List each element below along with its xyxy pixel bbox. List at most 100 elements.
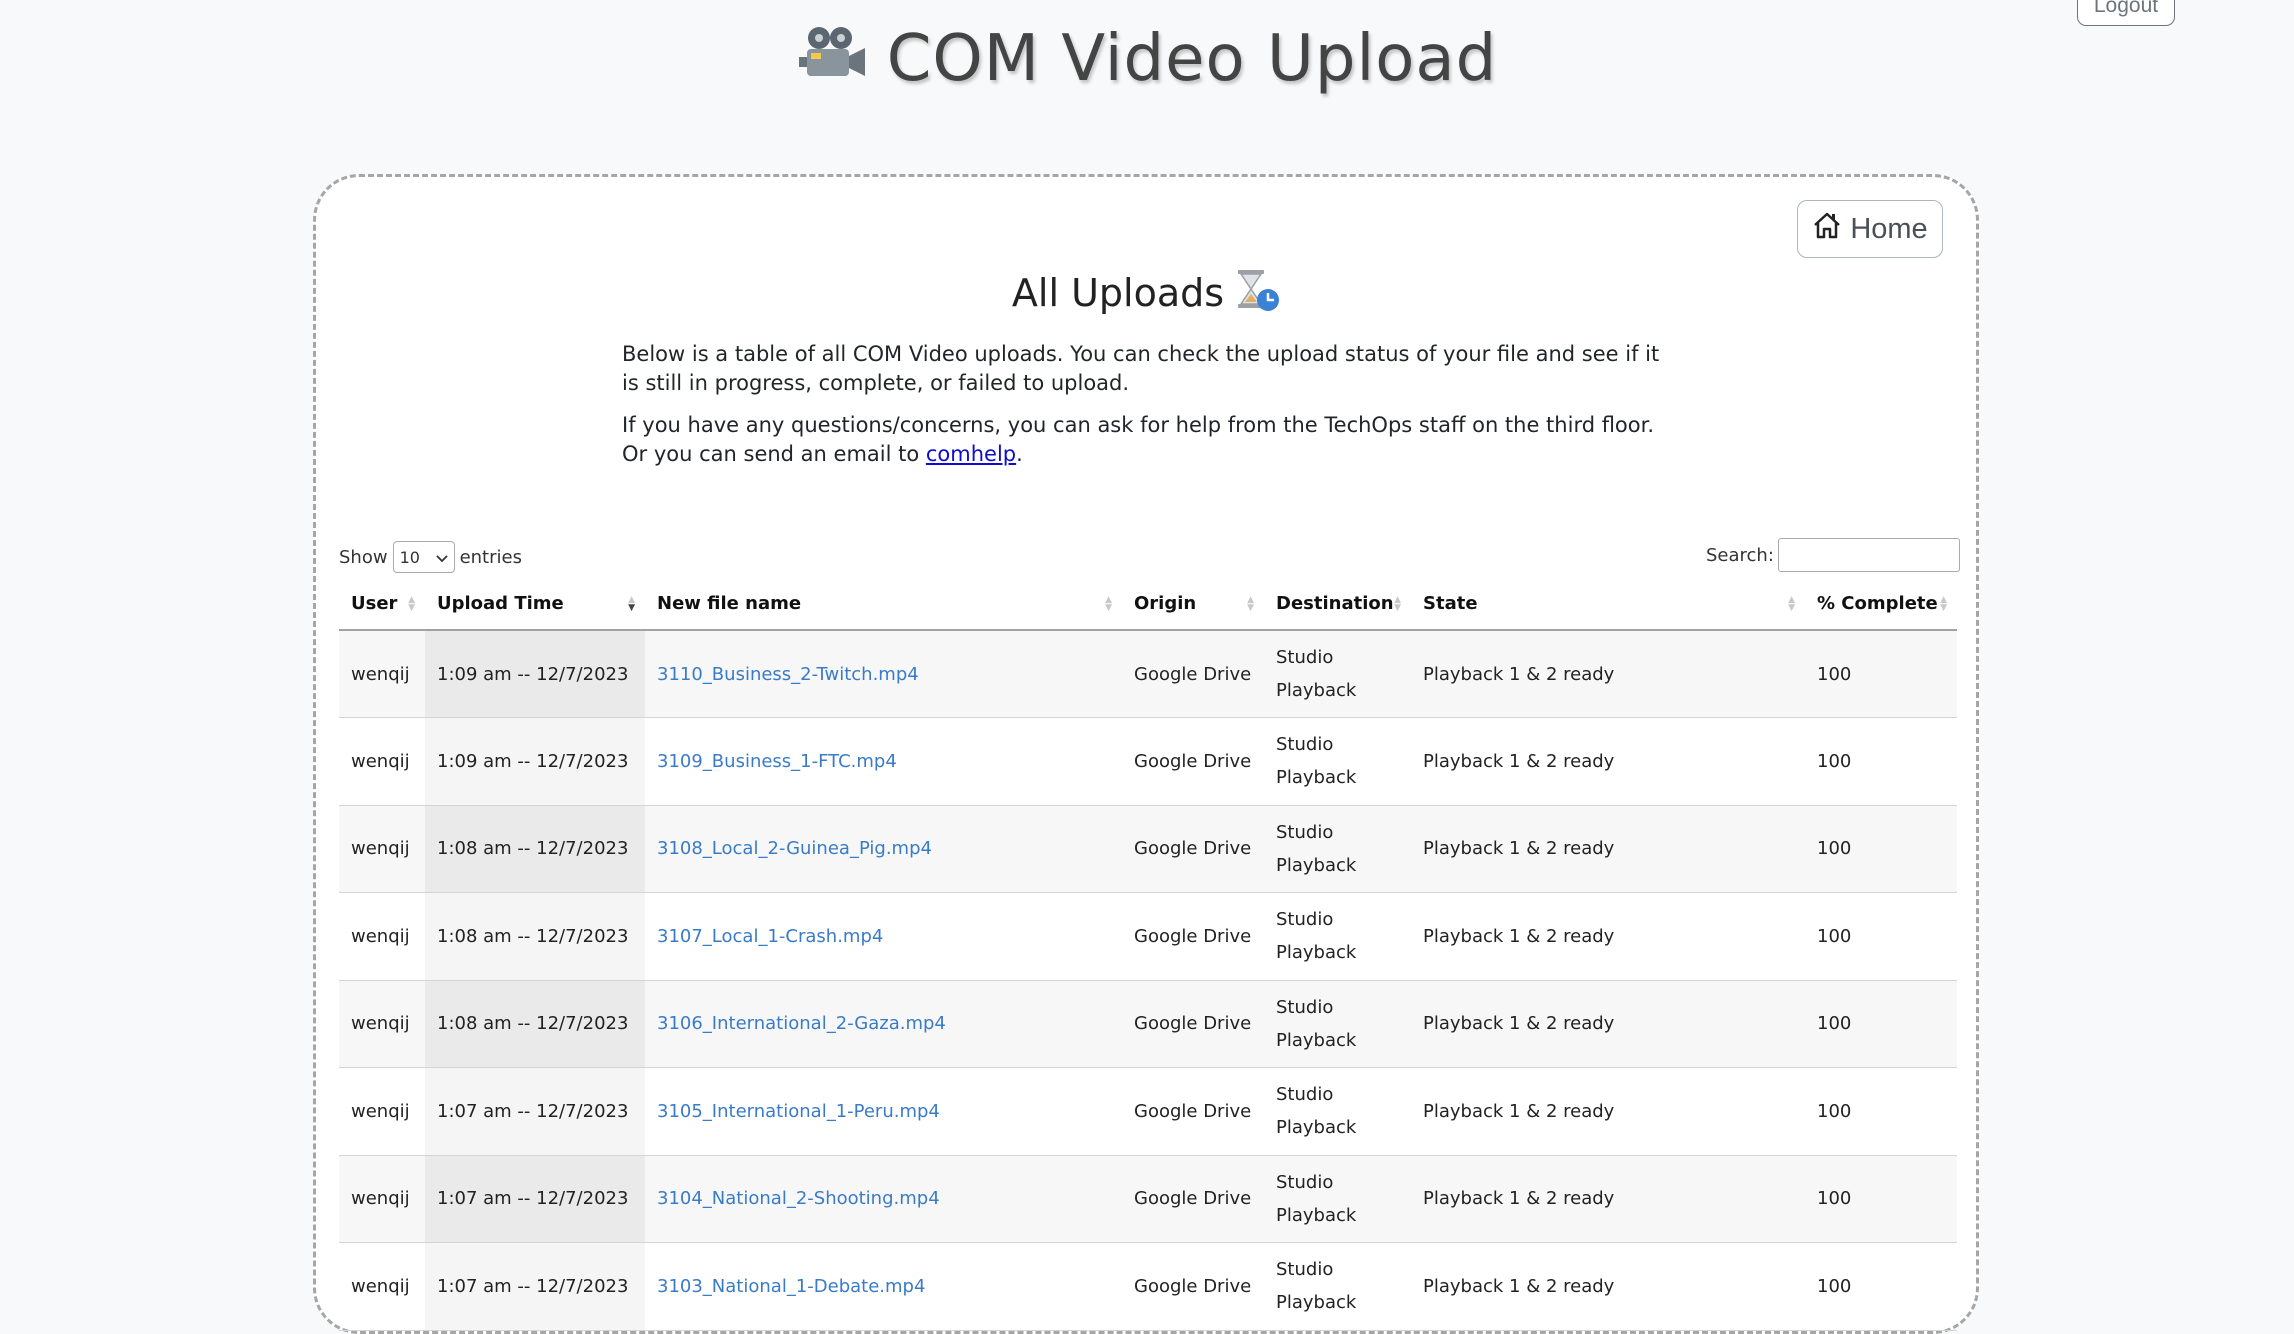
sort-icon: ▲ ▼: [1788, 594, 1795, 613]
cell-destination: Studio Playback: [1264, 805, 1411, 893]
sort-icon: ▲ ▼: [1394, 594, 1401, 613]
table-row: wenqij 1:09 am -- 12/7/2023 3109_Busines…: [339, 717, 1957, 806]
cell-destination: Studio Playback: [1264, 980, 1411, 1068]
table-row: wenqij 1:09 am -- 12/7/2023 3110_Busines…: [339, 630, 1957, 718]
table-body: wenqij 1:09 am -- 12/7/2023 3110_Busines…: [339, 630, 1957, 1331]
cell-origin: Google Drive: [1122, 1155, 1264, 1243]
column-header-origin[interactable]: Origin ▲ ▼: [1122, 578, 1264, 631]
table-row: wenqij 1:08 am -- 12/7/2023 3106_Interna…: [339, 980, 1957, 1068]
cell-destination: Studio Playback: [1264, 1067, 1411, 1156]
file-link[interactable]: 3103_National_1-Debate.mp4: [657, 1276, 925, 1297]
file-link[interactable]: 3104_National_2-Shooting.mp4: [657, 1188, 940, 1209]
cell-file-name: 3104_National_2-Shooting.mp4: [645, 1155, 1122, 1243]
cell-destination: Studio Playback: [1264, 892, 1411, 981]
search-input[interactable]: [1777, 538, 1960, 572]
cell-origin: Google Drive: [1122, 630, 1264, 718]
cell-file-name: 3110_Business_2-Twitch.mp4: [645, 630, 1122, 718]
cell-user: wenqij: [339, 717, 425, 806]
cell-state: Playback 1 & 2 ready: [1411, 892, 1805, 981]
cell-percent-complete: 100: [1805, 1155, 1957, 1243]
home-button[interactable]: Home: [1797, 200, 1943, 258]
comhelp-email-link[interactable]: comhelp: [926, 442, 1016, 466]
file-link[interactable]: 3108_Local_2-Guinea_Pig.mp4: [657, 838, 932, 859]
cell-upload-time: 1:09 am -- 12/7/2023: [425, 630, 645, 718]
cell-file-name: 3108_Local_2-Guinea_Pig.mp4: [645, 805, 1122, 893]
cell-user: wenqij: [339, 1067, 425, 1156]
destination-line-2: Playback: [1276, 1029, 1357, 1051]
file-link[interactable]: 3105_International_1-Peru.mp4: [657, 1101, 940, 1122]
intro-text: Below is a table of all COM Video upload…: [622, 340, 1682, 482]
cell-percent-complete: 100: [1805, 892, 1957, 981]
cell-percent-complete: 100: [1805, 980, 1957, 1068]
cell-state: Playback 1 & 2 ready: [1411, 630, 1805, 718]
cell-upload-time: 1:08 am -- 12/7/2023: [425, 892, 645, 981]
destination-line-2: Playback: [1276, 1292, 1357, 1314]
cell-origin: Google Drive: [1122, 1242, 1264, 1331]
file-link[interactable]: 3106_International_2-Gaza.mp4: [657, 1013, 946, 1034]
cell-user: wenqij: [339, 1242, 425, 1331]
cell-percent-complete: 100: [1805, 630, 1957, 718]
cell-user: wenqij: [339, 980, 425, 1068]
column-header-state[interactable]: State ▲ ▼: [1411, 578, 1805, 631]
file-link[interactable]: 3109_Business_1-FTC.mp4: [657, 751, 897, 772]
intro-paragraph-1: Below is a table of all COM Video upload…: [622, 342, 1660, 395]
destination-line-2: Playback: [1276, 680, 1357, 701]
cell-file-name: 3103_National_1-Debate.mp4: [645, 1242, 1122, 1331]
sort-icon: ▲ ▼: [408, 594, 415, 613]
column-header-user[interactable]: User ▲ ▼: [339, 578, 425, 631]
destination-line-1: Studio: [1276, 647, 1334, 668]
home-button-label: Home: [1850, 212, 1928, 245]
sort-icon: ▲ ▼: [1105, 594, 1112, 613]
cell-file-name: 3107_Local_1-Crash.mp4: [645, 892, 1122, 981]
cell-upload-time: 1:09 am -- 12/7/2023: [425, 717, 645, 806]
cell-origin: Google Drive: [1122, 892, 1264, 981]
entries-select[interactable]: 10: [392, 541, 455, 573]
destination-line-2: Playback: [1276, 1117, 1357, 1139]
cell-state: Playback 1 & 2 ready: [1411, 1155, 1805, 1243]
chevron-down-icon: [435, 548, 448, 567]
cell-percent-complete: 100: [1805, 805, 1957, 893]
cell-state: Playback 1 & 2 ready: [1411, 1067, 1805, 1156]
cell-state: Playback 1 & 2 ready: [1411, 805, 1805, 893]
cell-percent-complete: 100: [1805, 717, 1957, 806]
cell-origin: Google Drive: [1122, 1067, 1264, 1156]
destination-line-1: Studio: [1276, 1171, 1334, 1193]
intro-paragraph-2-end: .: [1016, 442, 1023, 466]
table-row: wenqij 1:08 am -- 12/7/2023 3108_Local_2…: [339, 805, 1957, 893]
file-link[interactable]: 3110_Business_2-Twitch.mp4: [657, 664, 919, 685]
cell-upload-time: 1:08 am -- 12/7/2023: [425, 980, 645, 1068]
cell-state: Playback 1 & 2 ready: [1411, 1242, 1805, 1331]
page-title-text: All Uploads: [1011, 271, 1225, 315]
destination-line-1: Studio: [1276, 909, 1334, 931]
entries-select-value: 10: [399, 547, 420, 567]
cell-file-name: 3105_International_1-Peru.mp4: [645, 1067, 1122, 1156]
file-link[interactable]: 3107_Local_1-Crash.mp4: [657, 926, 883, 947]
destination-line-2: Playback: [1276, 1204, 1357, 1226]
column-header-label: % Complete: [1817, 593, 1938, 614]
sort-icon: ▲ ▼: [1247, 594, 1254, 613]
search-label: Search:: [1706, 544, 1774, 566]
table-header-row: User ▲ ▼ Upload Time ▲ ▼ New file name ▲ ▼ Ori…: [339, 578, 1957, 631]
cell-user: wenqij: [339, 1155, 425, 1243]
table-row: wenqij 1:07 am -- 12/7/2023 3103_Nationa…: [339, 1242, 1957, 1331]
cell-destination: Studio Playback: [1264, 1155, 1411, 1243]
cell-user: wenqij: [339, 630, 425, 718]
movie-camera-icon: [797, 24, 869, 100]
cell-upload-time: 1:07 am -- 12/7/2023: [425, 1155, 645, 1243]
column-header-percent-complete[interactable]: % Complete ▲ ▼: [1805, 578, 1957, 631]
column-header-destination[interactable]: Destination ▲ ▼: [1264, 578, 1411, 631]
table-row: wenqij 1:07 am -- 12/7/2023 3105_Interna…: [339, 1067, 1957, 1156]
table-row: wenqij 1:07 am -- 12/7/2023 3104_Nationa…: [339, 1155, 1957, 1243]
column-header-file-name[interactable]: New file name ▲ ▼: [645, 578, 1122, 631]
cell-upload-time: 1:07 am -- 12/7/2023: [425, 1067, 645, 1156]
cell-state: Playback 1 & 2 ready: [1411, 717, 1805, 806]
cell-state: Playback 1 & 2 ready: [1411, 980, 1805, 1068]
column-header-label: Upload Time: [437, 593, 564, 614]
sort-descending-icon: ▲ ▼: [628, 594, 635, 613]
column-header-upload-time[interactable]: Upload Time ▲ ▼: [425, 578, 645, 631]
table-row: wenqij 1:08 am -- 12/7/2023 3107_Local_1…: [339, 892, 1957, 981]
app-title: COM Video Upload: [0, 22, 2294, 100]
cell-origin: Google Drive: [1122, 980, 1264, 1068]
cell-percent-complete: 100: [1805, 1067, 1957, 1156]
hourglass-icon: [1234, 268, 1282, 323]
